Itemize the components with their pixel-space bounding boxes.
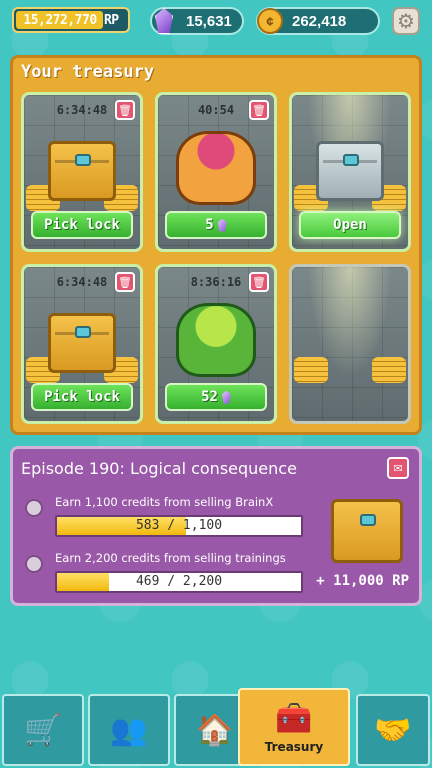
handshake-icon: 🤝 <box>374 712 412 748</box>
task-checkbox <box>25 499 43 517</box>
gem-icon <box>221 390 231 404</box>
discard-bin-icon[interactable]: 🗑 <box>249 100 269 120</box>
task-progress-bar: 469 / 2,200 <box>55 571 303 593</box>
gem-icon <box>148 5 180 37</box>
task-progress-text: 469 / 2,200 <box>135 574 223 589</box>
green-tentacle-creature-icon <box>176 303 256 377</box>
coin-pile-icon <box>294 357 328 383</box>
golden-chest-icon <box>48 141 116 201</box>
task-description: Earn 1,100 credits from selling BrainX <box>55 495 274 509</box>
rp-value: 15,272,770 RP <box>23 12 119 28</box>
task-progress-text: 583 / 1,100 <box>135 518 223 533</box>
episode-info-icon[interactable]: ✉ <box>387 457 409 479</box>
treasury-panel: Your treasury 6:34:48 🗑 Pick lock 40:54 … <box>10 55 422 435</box>
task-description: Earn 2,200 credits from selling training… <box>55 551 286 565</box>
cart-icon: 🛒 <box>24 712 62 748</box>
house-icon: 🏠 <box>196 712 234 748</box>
task-checkbox <box>25 555 43 573</box>
nav-treasury-label: Treasury <box>264 740 324 754</box>
treasury-slot-3[interactable]: Open <box>289 92 411 252</box>
episode-panel: Episode 190: Logical consequence ✉ Earn … <box>10 446 422 606</box>
gem-value: 15,631 <box>186 12 232 30</box>
discard-bin-icon[interactable]: 🗑 <box>115 272 135 292</box>
episode-task-1: Earn 1,100 credits from selling BrainX 5… <box>21 493 311 543</box>
episode-reward: + 11,000 RP <box>316 573 409 589</box>
speed-up-gem-button[interactable]: 52 <box>165 383 267 411</box>
octopus-creature-icon <box>176 131 256 205</box>
nav-shop[interactable]: 🛒 <box>2 694 84 766</box>
nav-treasury[interactable]: 🧰 Treasury <box>238 688 350 766</box>
treasury-slot-5[interactable]: 8:36:16 🗑 52 <box>155 264 277 424</box>
treasury-slot-2[interactable]: 40:54 🗑 5 <box>155 92 277 252</box>
nav-trade[interactable]: 🤝 <box>356 694 430 766</box>
coin-pile-icon <box>372 357 406 383</box>
task-progress-bar: 583 / 1,100 <box>55 515 303 537</box>
nav-staff[interactable]: 👥 <box>88 694 170 766</box>
treasury-title: Your treasury <box>21 62 155 82</box>
open-chest-button[interactable]: Open <box>299 211 401 239</box>
silver-chest-icon <box>316 141 384 201</box>
coin-counter[interactable]: ¢ 262,418 <box>256 7 380 35</box>
top-bar: 15,272,770 RP 15,631 ¢ 262,418 ⚙ <box>0 0 432 44</box>
discard-bin-icon[interactable]: 🗑 <box>115 100 135 120</box>
episode-task-2: Earn 2,200 credits from selling training… <box>21 549 311 599</box>
research-points-counter: 15,272,770 RP <box>12 7 130 33</box>
coin-value: 262,418 <box>292 12 347 30</box>
speed-up-gem-button[interactable]: 5 <box>165 211 267 239</box>
reward-chest-icon <box>331 499 403 563</box>
discard-bin-icon[interactable]: 🗑 <box>249 272 269 292</box>
chest-icon: 🧰 <box>275 700 313 736</box>
episode-title: Episode 190: Logical consequence <box>21 459 297 478</box>
golden-chest-icon <box>48 313 116 373</box>
gem-icon <box>217 218 227 232</box>
treasury-slot-6-empty <box>289 264 411 424</box>
pick-lock-button[interactable]: Pick lock <box>31 211 133 239</box>
treasury-slot-1[interactable]: 6:34:48 🗑 Pick lock <box>21 92 143 252</box>
gem-counter[interactable]: 15,631 <box>150 7 244 35</box>
treasury-slot-4[interactable]: 6:34:48 🗑 Pick lock <box>21 264 143 424</box>
coin-icon: ¢ <box>254 5 286 37</box>
settings-gear-icon[interactable]: ⚙ <box>392 7 420 35</box>
pick-lock-button[interactable]: Pick lock <box>31 383 133 411</box>
bottom-navigation: 🛒 👥 🏠 🧰 Treasury 🤝 <box>0 688 432 768</box>
people-icon: 👥 <box>110 712 148 748</box>
